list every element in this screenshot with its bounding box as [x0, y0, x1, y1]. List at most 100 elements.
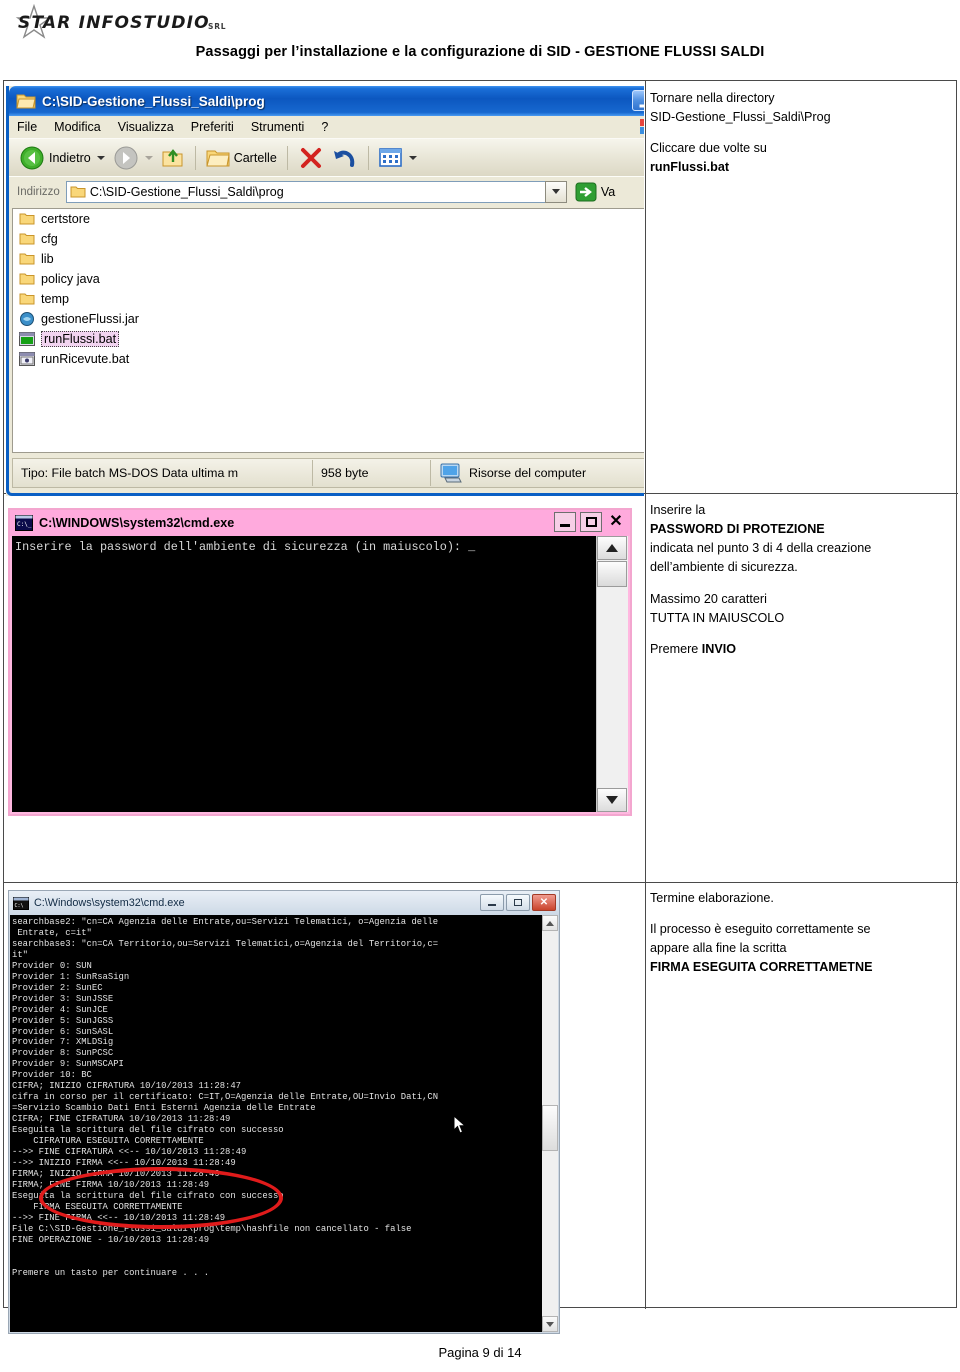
up-folder-icon: [162, 148, 183, 166]
scroll-down-button[interactable]: [597, 788, 627, 812]
windows-explorer-window[interactable]: C:\SID-Gestione_Flussi_Saldi\prog ✕ File…: [6, 86, 644, 496]
menu-item-modifica[interactable]: Modifica: [54, 120, 101, 134]
note1-line3: Cliccare due volte su: [650, 141, 767, 156]
note3-line2: Il processo è eseguito correttamente se: [650, 922, 871, 937]
list-item-selected[interactable]: runFlussi.bat: [13, 329, 644, 349]
windows-flag-icon: [640, 119, 644, 134]
table-row-divider-2: [4, 882, 958, 883]
toolbar-forward-button[interactable]: [109, 141, 157, 175]
triangle-down-icon: [606, 796, 618, 804]
explorer-address-bar[interactable]: Indirizzo C:\SID-Gestione_Flussi_Saldi\p…: [9, 176, 644, 206]
cmd-password-title-bar[interactable]: C:\_ C:\WINDOWS\system32\cmd.exe ✕: [10, 510, 630, 536]
note2-line5: Massimo 20 caratteri: [650, 591, 767, 606]
address-value: C:\SID-Gestione_Flussi_Saldi\prog: [89, 184, 284, 199]
svg-text:C:\: C:\: [15, 903, 24, 909]
note2-line6: TUTTA IN MAIUSCOLO: [650, 610, 785, 625]
toolbar-back-button[interactable]: Indietro: [15, 141, 109, 175]
toolbar-undo-button[interactable]: [328, 141, 362, 175]
folder-icon: [16, 94, 36, 109]
note1-line2: SID-Gestione_Flussi_Saldi\Prog: [650, 110, 831, 125]
cmd-password-minimize-button[interactable]: [554, 512, 576, 532]
explorer-title-bar[interactable]: C:\SID-Gestione_Flussi_Saldi\prog ✕: [9, 86, 644, 116]
status-file-size: 958 byte: [313, 460, 431, 486]
explorer-status-bar: Tipo: File batch MS-DOS Data ultima m 95…: [12, 458, 644, 488]
cmd-log-maximize-button[interactable]: [506, 894, 530, 911]
folder-icon: [19, 273, 35, 285]
list-item[interactable]: policy java: [13, 269, 644, 289]
chevron-down-icon: [551, 189, 560, 194]
triangle-up-icon: [546, 920, 554, 926]
toolbar-views-button[interactable]: [375, 141, 421, 175]
scroll-thumb[interactable]: [597, 561, 627, 587]
delete-x-icon: [300, 147, 321, 168]
note3-line3: appare alla fine la scritta: [650, 941, 787, 956]
file-name: runRicevute.bat: [41, 352, 130, 366]
list-item[interactable]: lib: [13, 249, 644, 269]
menu-item-visualizza[interactable]: Visualizza: [118, 120, 174, 134]
table-column-divider: [645, 81, 646, 1309]
close-icon: ✕: [609, 513, 623, 530]
logo-band: STAR INFOSTUDIO SRL: [0, 0, 960, 44]
bat-file-icon: [19, 332, 35, 346]
maximize-icon: [585, 517, 597, 527]
maximize-icon: [514, 899, 522, 906]
star-infostudio-logo: STAR INFOSTUDIO SRL: [12, 4, 242, 40]
menu-item-file[interactable]: File: [17, 120, 37, 134]
folder-icon: [19, 293, 35, 305]
file-name: runFlussi.bat: [41, 331, 120, 347]
cmd-log-scrollbar[interactable]: [542, 915, 558, 1332]
menu-item-preferiti[interactable]: Preferiti: [191, 120, 234, 134]
status-type-info: Tipo: File batch MS-DOS Data ultima m: [13, 460, 313, 486]
undo-arrow-icon: [333, 150, 354, 167]
explorer-toolbar[interactable]: Indietro Cartelle: [9, 138, 644, 176]
forward-dropdown-icon[interactable]: [144, 155, 153, 160]
file-name: cfg: [41, 232, 58, 246]
toolbar-folders-button[interactable]: Cartelle: [202, 141, 281, 175]
explorer-window-buttons[interactable]: ✕: [632, 90, 644, 111]
cmd-password-close-button[interactable]: ✕: [606, 512, 626, 532]
scroll-up-button[interactable]: [597, 536, 627, 560]
list-item[interactable]: cfg: [13, 229, 644, 249]
scroll-down-button[interactable]: [542, 1316, 558, 1332]
my-computer-icon: [440, 463, 462, 483]
scroll-up-button[interactable]: [542, 915, 558, 931]
address-label: Indirizzo: [17, 185, 60, 198]
address-dropdown-button[interactable]: [544, 180, 567, 203]
scroll-thumb[interactable]: [542, 1105, 558, 1151]
cmd-log-title-bar[interactable]: C:\ C:\Windows\system32\cmd.exe ✕: [9, 891, 559, 915]
cmd-log-window-buttons[interactable]: ✕: [480, 894, 556, 911]
list-item[interactable]: gestioneFlussi.jar: [13, 309, 644, 329]
cmd-log-minimize-button[interactable]: [480, 894, 504, 911]
note-block-2: Inserire la PASSWORD DI PROTEZIONE indic…: [650, 501, 956, 659]
cmd-password-window[interactable]: C:\_ C:\WINDOWS\system32\cmd.exe ✕ Inser…: [8, 508, 632, 816]
address-go-button[interactable]: Va: [575, 182, 615, 202]
back-dropdown-icon[interactable]: [96, 155, 105, 160]
toolbar-delete-button[interactable]: [294, 141, 328, 175]
file-name: policy java: [41, 272, 100, 286]
cmd-password-maximize-button[interactable]: [580, 512, 602, 532]
list-item[interactable]: temp: [13, 289, 644, 309]
explorer-file-list[interactable]: certstore cfg lib policy java temp gesti…: [12, 208, 644, 453]
toolbar-up-button[interactable]: [157, 141, 189, 175]
folder-icon: [19, 253, 35, 265]
status-location: Risorse del computer: [431, 460, 594, 486]
folders-icon: [206, 150, 230, 166]
list-item[interactable]: certstore: [13, 209, 644, 229]
menu-item-help[interactable]: ?: [321, 120, 328, 134]
note2-invio-key: INVIO: [701, 641, 737, 656]
cmd-password-window-buttons[interactable]: ✕: [554, 512, 626, 532]
address-input[interactable]: C:\SID-Gestione_Flussi_Saldi\prog: [65, 180, 546, 203]
explorer-minimize-button[interactable]: [632, 90, 644, 111]
go-arrow-icon: [575, 182, 597, 201]
note-block-1: Tornare nella directory SID-Gestione_Flu…: [650, 89, 956, 178]
triangle-up-icon: [606, 544, 618, 552]
file-name: temp: [41, 292, 69, 306]
list-item[interactable]: runRicevute.bat: [13, 349, 644, 369]
explorer-menu-bar[interactable]: File Modifica Visualizza Preferiti Strum…: [9, 116, 644, 138]
cmd-log-window[interactable]: C:\ C:\Windows\system32\cmd.exe ✕ search…: [8, 890, 560, 1334]
cmd-log-close-button[interactable]: ✕: [532, 894, 556, 911]
triangle-down-icon: [546, 1321, 554, 1327]
menu-item-strumenti[interactable]: Strumenti: [251, 120, 305, 134]
cmd-password-scrollbar[interactable]: [596, 536, 628, 812]
views-dropdown-icon[interactable]: [408, 155, 417, 160]
